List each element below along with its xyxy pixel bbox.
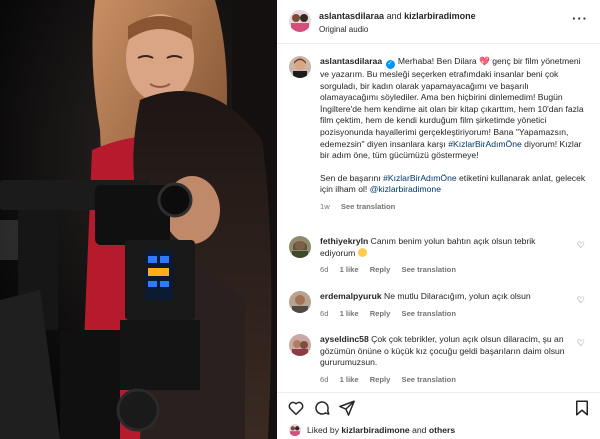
mention-link[interactable]: @kizlarbiradimone [370, 184, 441, 194]
smile-emoji-icon [357, 247, 367, 257]
see-translation-button[interactable]: See translation [341, 202, 395, 211]
caption-meta: 1w See translation [320, 201, 588, 213]
comment-like-count[interactable]: 1 like [340, 309, 359, 318]
comment-meta: 6d 1 like Reply See translation [320, 308, 570, 320]
verified-badge-icon: ✓ [385, 60, 395, 69]
comment-body: fethiyekryln Canım benim yolun bahtın aç… [320, 236, 570, 276]
reply-button[interactable]: Reply [370, 309, 391, 318]
caption-paragraph-1: aslantasdilaraa ✓ Merhaba! Ben Dilara 💖 … [320, 56, 588, 162]
avatar-image [289, 10, 311, 32]
caption-paragraph-2: Sen de başarını #KızlarBirAdımÖne etiket… [320, 173, 588, 196]
comment-heart-icon[interactable]: ♡ [577, 295, 585, 306]
see-translation-button[interactable]: See translation [402, 265, 456, 274]
comment-username[interactable]: fethiyekryln [320, 236, 368, 246]
post-header: aslantasdilaraa and kizlarbiradimone Ori… [277, 0, 600, 44]
collaborator-username[interactable]: kizlarbiradimone [404, 11, 476, 21]
liked-by-and: and [412, 425, 427, 435]
post-photo-image [0, 0, 277, 439]
comment-item: fethiyekryln Canım benim yolun bahtın aç… [289, 236, 589, 276]
liked-by-others[interactable]: others [429, 425, 455, 435]
avatar-image [289, 236, 311, 258]
see-translation-button[interactable]: See translation [402, 375, 456, 384]
post-author-names: aslantasdilaraa and kizlarbiradimone [319, 11, 476, 21]
reply-button[interactable]: Reply [370, 265, 391, 274]
comment-avatar[interactable] [289, 291, 311, 313]
comment-meta: 6d 1 like Reply See translation [320, 374, 570, 386]
comment-like-count[interactable]: 1 like [340, 265, 359, 274]
liked-by-avatar [289, 424, 301, 436]
hashtag-link[interactable]: #KızlarBirAdımÖne [383, 173, 457, 183]
liked-by-summary[interactable]: Liked by kizlarbiradimone and others [289, 424, 455, 436]
hashtag-link[interactable]: #KızlarBirAdımÖne [448, 139, 522, 149]
avatar-image [289, 56, 311, 78]
heart-emoji: 💖 [479, 56, 490, 66]
caption-time[interactable]: 1w [320, 202, 330, 211]
comment-time[interactable]: 6d [320, 375, 328, 384]
comment-heart-icon[interactable]: ♡ [577, 338, 585, 349]
comment-icon[interactable] [313, 399, 331, 417]
bookmark-icon[interactable] [573, 399, 591, 417]
post-detail-panel: aslantasdilaraa and kizlarbiradimone Ori… [277, 0, 600, 439]
post-caption: aslantasdilaraa ✓ Merhaba! Ben Dilara 💖 … [289, 56, 589, 213]
more-horizontal-icon[interactable]: ··· [572, 12, 588, 25]
caption-text-1b: genç bir film yönetmeni ve yazarım. Bu m… [320, 56, 584, 149]
caption-text-2a: Sen de başarını [320, 172, 381, 183]
comment-time[interactable]: 6d [320, 309, 328, 318]
reply-button[interactable]: Reply [370, 375, 391, 384]
comment-item: erdemalpyuruk Ne mutlu Dilaracığım, yolu… [289, 291, 589, 319]
comment-username[interactable]: ayseldinc58 [320, 334, 369, 344]
comment-time[interactable]: 6d [320, 265, 328, 274]
comment-text: Ne mutlu Dilaracığım, yolun açık olsun [384, 291, 531, 301]
comment-item: ayseldinc58 Çok çok tebrikler, yolun açı… [289, 334, 589, 385]
comment-like-count[interactable]: 1 like [340, 375, 359, 384]
author-username[interactable]: aslantasdilaraa [319, 11, 384, 21]
see-translation-button[interactable]: See translation [402, 309, 456, 318]
avatar-image [289, 424, 301, 436]
avatar-image [289, 291, 311, 313]
comment-meta: 6d 1 like Reply See translation [320, 264, 570, 276]
caption-username[interactable]: aslantasdilaraa [320, 56, 382, 66]
author-connector: and [386, 11, 402, 21]
caption-avatar[interactable] [289, 56, 311, 78]
comment-avatar[interactable] [289, 236, 311, 258]
post-actions-bar: Liked by kizlarbiradimone and others [277, 392, 600, 439]
comment-body: ayseldinc58 Çok çok tebrikler, yolun açı… [320, 334, 570, 385]
comments-scroll-area[interactable]: aslantasdilaraa ✓ Merhaba! Ben Dilara 💖 … [277, 45, 600, 392]
post-photo [0, 0, 277, 439]
caption-text: aslantasdilaraa ✓ Merhaba! Ben Dilara 💖 … [320, 56, 588, 213]
comment-heart-icon[interactable]: ♡ [577, 240, 585, 251]
liked-by-prefix: Liked by [307, 425, 340, 435]
liked-by-username[interactable]: kizlarbiradimone [341, 425, 409, 435]
comment-body: erdemalpyuruk Ne mutlu Dilaracığım, yolu… [320, 291, 570, 319]
comment-username[interactable]: erdemalpyuruk [320, 291, 382, 301]
share-icon[interactable] [338, 399, 356, 417]
avatar-image [289, 334, 311, 356]
heart-icon[interactable] [287, 399, 305, 417]
original-audio-link[interactable]: Original audio [319, 25, 368, 34]
author-avatar[interactable] [289, 10, 311, 32]
caption-text-1a: Merhaba! Ben Dilara [397, 56, 477, 66]
comment-avatar[interactable] [289, 334, 311, 356]
